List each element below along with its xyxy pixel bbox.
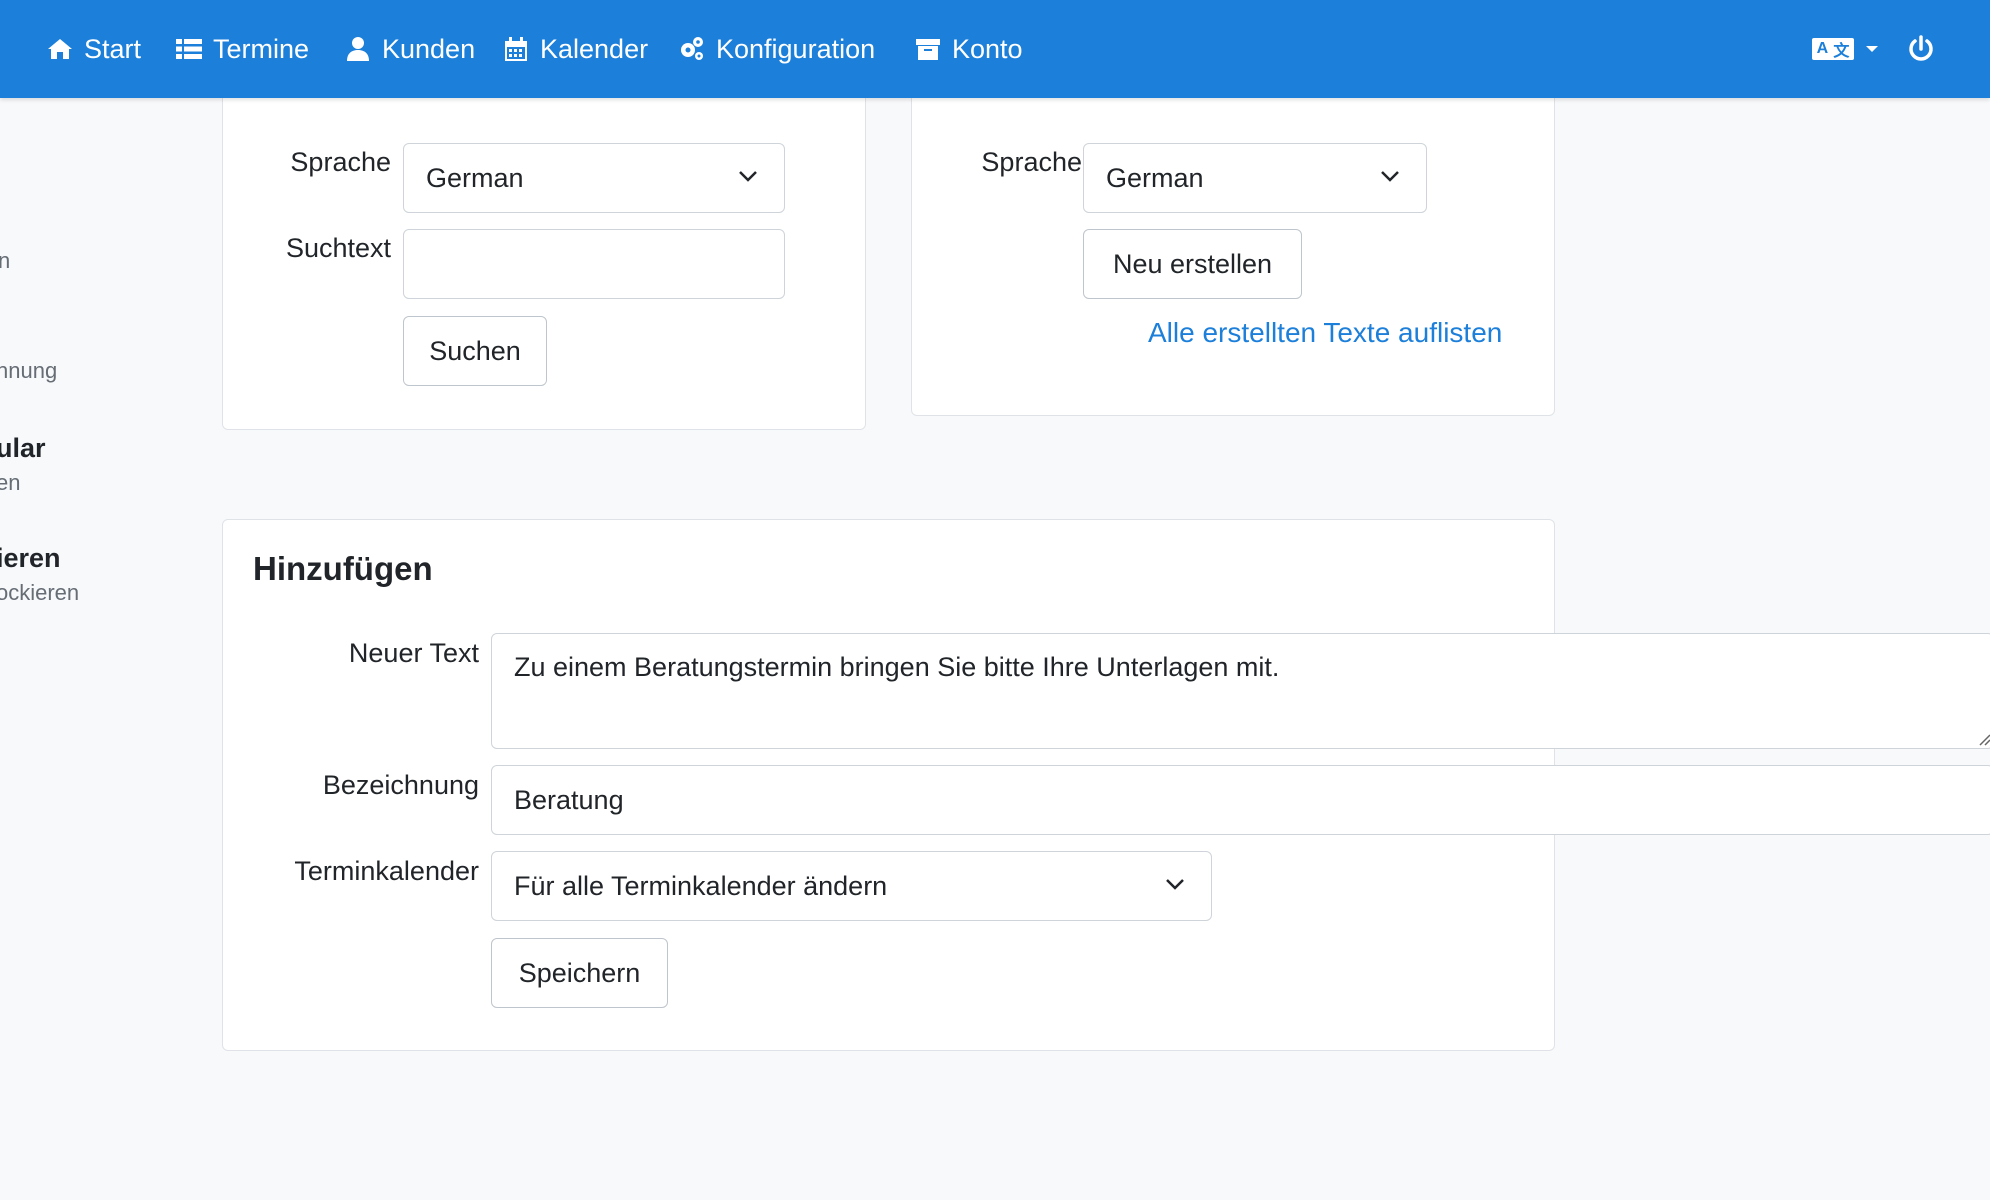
nav-kalender-label: Kalender — [540, 33, 649, 64]
search-language-select[interactable]: German — [403, 143, 785, 213]
language-switcher[interactable]: A文 — [1812, 0, 1878, 98]
name-label: Bezeichnung — [322, 770, 479, 800]
nav-kunden[interactable]: Kunden — [344, 0, 475, 98]
gears-icon — [681, 37, 703, 60]
nav-termine-label: Termine — [213, 33, 310, 64]
new-text-label: Neuer Text — [348, 638, 479, 668]
nav-konfiguration[interactable]: Konfiguration — [678, 0, 875, 98]
power-icon — [1909, 35, 1933, 61]
list-icon — [176, 39, 202, 59]
home-icon — [48, 39, 72, 59]
search-text-label: Suchtext — [285, 233, 391, 263]
create-language-select[interactable]: German — [1083, 143, 1427, 213]
nav-kalender[interactable]: Kalender — [502, 0, 648, 98]
save-button[interactable]: Speichern — [491, 938, 668, 1008]
nav-konfiguration-label: Konfiguration — [716, 33, 876, 64]
search-button[interactable]: Suchen — [403, 316, 547, 386]
new-text-textarea[interactable]: Zu einem Beratungstermin bringen Sie bit… — [491, 633, 1990, 749]
nav-termine[interactable]: Termine — [175, 0, 309, 98]
sidebar-item-sub-1[interactable]: n — [0, 248, 10, 274]
sidebar-item-title-3[interactable]: ular — [0, 433, 46, 464]
logout-button[interactable] — [1906, 0, 1936, 98]
archive-icon — [916, 39, 940, 60]
name-input[interactable]: Beratung — [491, 765, 1990, 835]
search-card: Sprache German Suchtext Suchen — [222, 60, 866, 430]
nav-start-label: Start — [84, 33, 142, 64]
language-icon: A文 — [1812, 38, 1878, 60]
list-texts-link[interactable]: Alle erstellten Texte auflisten — [1148, 317, 1502, 349]
calendar-icon — [505, 37, 527, 61]
nav-konto[interactable]: Konto — [914, 0, 1023, 98]
top-navbar: Start Termine Kunden Kalender Konfigurat… — [0, 0, 1990, 98]
sidebar-item-sub-4[interactable]: ockieren — [0, 580, 79, 606]
caret-down-icon — [1866, 46, 1878, 52]
nav-kunden-label: Kunden — [382, 33, 476, 64]
chevron-down-icon — [1381, 171, 1399, 182]
search-text-input[interactable] — [403, 229, 785, 299]
sidebar-item-sub-2[interactable]: hnung — [0, 358, 57, 384]
create-language-label: Sprache — [981, 147, 1082, 177]
add-card: Hinzufügen Neuer Text Zu einem Beratungs… — [222, 519, 1990, 1051]
calendar-select[interactable]: Für alle Terminkalender ändern — [491, 851, 1212, 921]
search-language-label: Sprache — [290, 147, 391, 177]
nav-konto-label: Konto — [952, 33, 1023, 64]
chevron-down-icon — [739, 171, 757, 182]
resize-handle-icon[interactable] — [1977, 732, 1990, 746]
create-new-button[interactable]: Neu erstellen — [1083, 229, 1302, 299]
create-card: Sprache German Neu erstellen Alle erstel… — [911, 60, 1555, 416]
chevron-down-icon — [1166, 879, 1184, 890]
calendar-label: Terminkalender — [294, 856, 479, 886]
add-card-title: Hinzufügen — [253, 550, 433, 587]
sidebar-item-sub-3[interactable]: en — [0, 470, 20, 496]
user-icon — [347, 37, 369, 61]
nav-start[interactable]: Start — [46, 0, 141, 98]
sidebar-item-title-4[interactable]: ieren — [0, 543, 61, 574]
